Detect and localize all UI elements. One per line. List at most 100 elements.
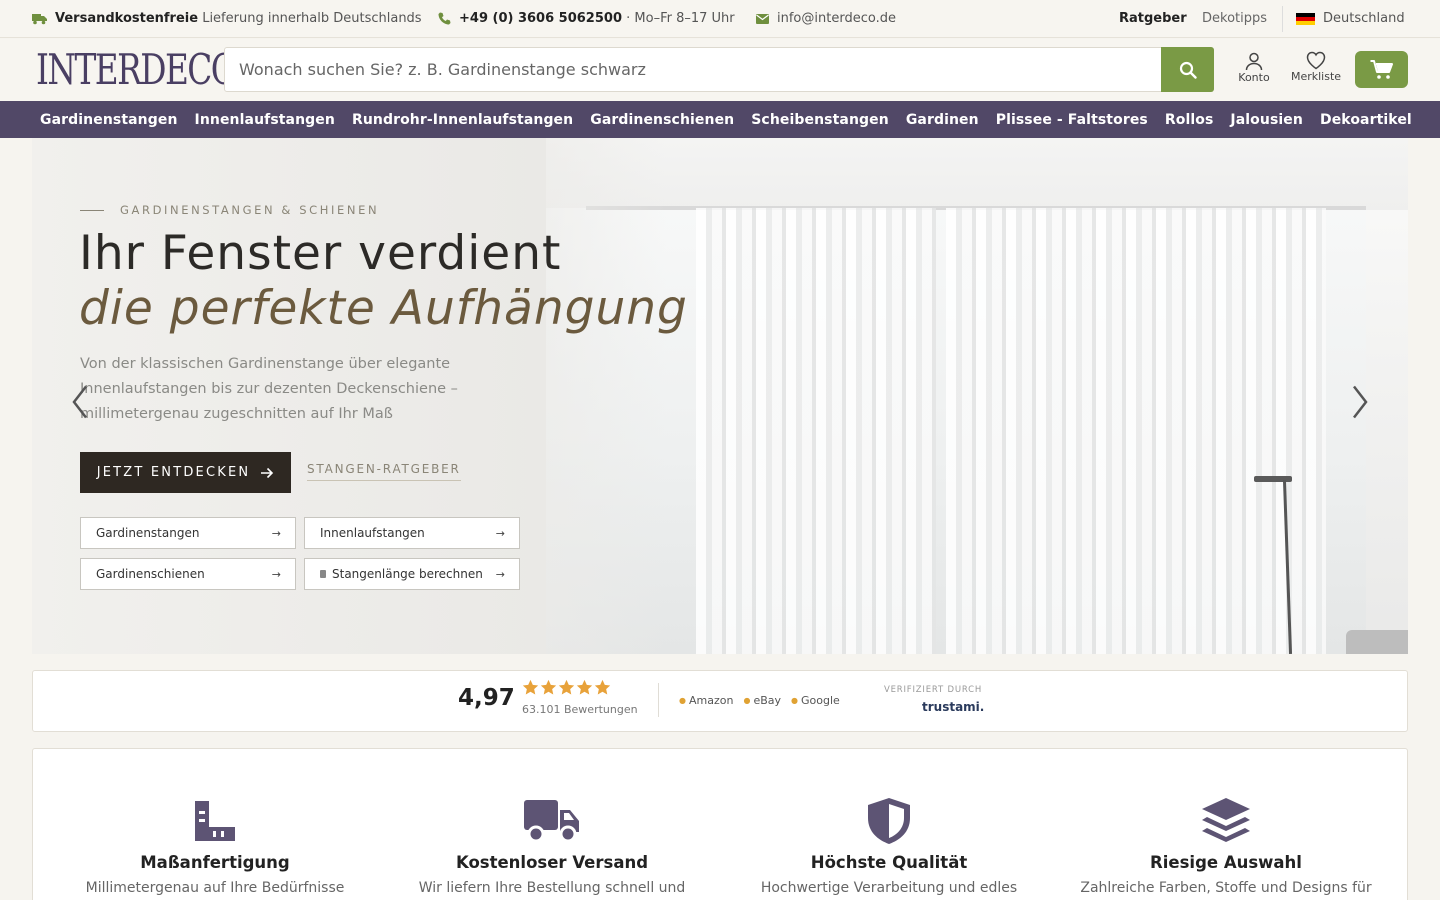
feature-description: Millimetergenau auf Ihre Bedürfnisse bbox=[85, 880, 345, 896]
user-icon bbox=[1245, 52, 1263, 71]
quick-link-gardinenstangen[interactable]: Gardinenstangen → bbox=[80, 517, 296, 549]
star-icon bbox=[558, 679, 575, 695]
feature-title: Höchste Qualität bbox=[810, 853, 968, 872]
shipping-info: Versandkostenfreie Lieferung innerhalb D… bbox=[32, 11, 422, 26]
search-button[interactable] bbox=[1161, 47, 1214, 92]
discover-button[interactable]: JETZT ENTDECKEN bbox=[80, 452, 291, 493]
nav-item-gardinenschienen[interactable]: Gardinenschienen bbox=[590, 112, 734, 128]
email-link[interactable]: info@interdeco.de bbox=[756, 11, 896, 26]
search-input[interactable] bbox=[225, 48, 1161, 91]
star-rating bbox=[522, 679, 611, 696]
phone-number: +49 (0) 3606 5062500 bbox=[459, 11, 622, 26]
truck-icon bbox=[32, 13, 47, 25]
star-icon bbox=[594, 679, 611, 695]
account-label: Konto bbox=[1238, 71, 1270, 84]
top-bar: Versandkostenfreie Lieferung innerhalb D… bbox=[0, 0, 1440, 38]
divider bbox=[1282, 6, 1283, 32]
quick-link-label: Stangenlänge berechnen bbox=[332, 567, 483, 581]
phone-icon bbox=[438, 12, 451, 25]
ratgeber-link[interactable]: Ratgeber bbox=[1119, 11, 1187, 26]
slider-prev-button[interactable] bbox=[66, 382, 94, 422]
calculator-icon bbox=[320, 570, 326, 578]
nav-item-innenlaufstangen[interactable]: Innenlaufstangen bbox=[195, 112, 335, 128]
envelope-icon bbox=[756, 13, 769, 24]
features-section: Maßanfertigung Millimetergenau auf Ihre … bbox=[32, 748, 1408, 900]
hero-title-line2: die perfekte Aufhängung bbox=[79, 281, 688, 336]
logo[interactable]: INTERDECO bbox=[36, 47, 238, 93]
country-selector[interactable]: Deutschland bbox=[1296, 11, 1405, 26]
country-label: Deutschland bbox=[1323, 11, 1405, 26]
ratgeber-button[interactable]: STANGEN-RATGEBER bbox=[307, 462, 461, 481]
discover-label: JETZT ENTDECKEN bbox=[96, 465, 251, 480]
layers-icon bbox=[1202, 798, 1250, 842]
star-icon bbox=[576, 679, 593, 695]
feature-title: Kostenloser Versand bbox=[455, 853, 649, 872]
ruler-icon bbox=[195, 801, 235, 841]
star-icon bbox=[540, 679, 557, 695]
nav-item-rollos[interactable]: Rollos bbox=[1165, 112, 1214, 128]
account-button[interactable]: Konto bbox=[1234, 51, 1274, 84]
hero-slider: GARDINENSTANGEN & SCHIENEN Ihr Fenster v… bbox=[32, 138, 1408, 654]
quick-link-label: Gardinenstangen bbox=[96, 526, 200, 540]
quick-link-stangenlaenge[interactable]: Stangenlänge berechnen → bbox=[304, 558, 520, 590]
hero-title-line1: Ihr Fenster verdient bbox=[79, 226, 562, 281]
arrow-right-icon bbox=[261, 467, 274, 478]
feature-versand: Kostenloser Versand Wir liefern Ihre Bes… bbox=[383, 797, 721, 896]
chevron-left-icon bbox=[72, 385, 87, 419]
search-icon bbox=[1179, 61, 1197, 79]
rating-bar: 4,97 63.101 Bewertungen Amazon eBay Goog… bbox=[32, 670, 1408, 732]
feature-title: Maßanfertigung bbox=[140, 853, 290, 872]
feature-auswahl: Riesige Auswahl Zahlreiche Farben, Stoff… bbox=[1057, 797, 1395, 896]
wishlist-button[interactable]: Merkliste bbox=[1288, 51, 1344, 83]
quick-link-label: Gardinenschienen bbox=[96, 567, 205, 581]
review-sources: Amazon eBay Google bbox=[679, 694, 840, 707]
source-ebay: eBay bbox=[743, 694, 781, 707]
truck-icon bbox=[524, 800, 579, 843]
review-count: 63.101 Bewertungen bbox=[522, 703, 638, 716]
cart-button[interactable] bbox=[1355, 51, 1408, 88]
email-address: info@interdeco.de bbox=[777, 11, 896, 26]
feature-description: Wir liefern Ihre Bestellung schnell und bbox=[418, 880, 686, 896]
slider-next-button[interactable] bbox=[1346, 382, 1374, 422]
dekotipps-link[interactable]: Dekotipps bbox=[1202, 11, 1267, 26]
arrow-right-icon: → bbox=[271, 567, 281, 581]
verified-label: VERIFIZIERT DURCH bbox=[884, 685, 983, 695]
hero-description: Von der klassischen Gardinenstange über … bbox=[80, 356, 458, 422]
arrow-right-icon: → bbox=[495, 526, 505, 540]
divider bbox=[658, 683, 659, 717]
source-amazon: Amazon bbox=[679, 694, 733, 707]
phone-info[interactable]: +49 (0) 3606 5062500 · Mo–Fr 8–17 Uhr bbox=[438, 11, 735, 26]
search-bar bbox=[224, 47, 1214, 92]
shield-icon bbox=[868, 798, 910, 844]
heart-icon bbox=[1306, 51, 1326, 70]
arrow-right-icon: → bbox=[495, 567, 505, 581]
nav-item-gardinenstangen[interactable]: Gardinenstangen bbox=[40, 112, 178, 128]
german-flag-icon bbox=[1296, 12, 1315, 25]
feature-description: Hochwertige Verarbeitung und edles bbox=[760, 880, 1018, 896]
feature-massanfertigung: Maßanfertigung Millimetergenau auf Ihre … bbox=[46, 797, 384, 896]
feature-title: Riesige Auswahl bbox=[1150, 853, 1302, 872]
chevron-right-icon bbox=[1353, 385, 1368, 419]
arrow-right-icon: → bbox=[271, 526, 281, 540]
rating-score: 4,97 bbox=[458, 685, 515, 711]
cart-icon bbox=[1370, 59, 1393, 79]
source-google: Google bbox=[791, 694, 840, 707]
hero-image bbox=[546, 138, 1408, 654]
shipping-bold: Versandkostenfreie bbox=[55, 11, 199, 26]
nav-item-plissee[interactable]: Plissee - Faltstores bbox=[996, 112, 1148, 128]
quick-link-gardinenschienen[interactable]: Gardinenschienen → bbox=[80, 558, 296, 590]
trustami-logo[interactable]: trustami. bbox=[922, 700, 984, 714]
nav-item-rundrohr-innenlaufstangen[interactable]: Rundrohr-Innenlaufstangen bbox=[352, 112, 573, 128]
hero-eyebrow: GARDINENSTANGEN & SCHIENEN bbox=[80, 203, 379, 217]
shipping-text: Lieferung innerhalb Deutschlands bbox=[198, 11, 422, 26]
nav-item-scheibenstangen[interactable]: Scheibenstangen bbox=[751, 112, 889, 128]
nav-item-dekoartikel[interactable]: Dekoartikel bbox=[1320, 112, 1412, 128]
quick-link-innenlaufstangen[interactable]: Innenlaufstangen → bbox=[304, 517, 520, 549]
feature-description: Zahlreiche Farben, Stoffe und Designs fü… bbox=[1080, 880, 1372, 896]
header: INTERDECO Konto Merkliste bbox=[0, 39, 1440, 101]
feature-qualitaet: Höchste Qualität Hochwertige Verarbeitun… bbox=[720, 797, 1058, 896]
main-navigation: Gardinenstangen Innenlaufstangen Rundroh… bbox=[0, 101, 1440, 138]
nav-item-jalousien[interactable]: Jalousien bbox=[1230, 112, 1303, 128]
opening-hours: · Mo–Fr 8–17 Uhr bbox=[622, 11, 735, 26]
nav-item-gardinen[interactable]: Gardinen bbox=[906, 112, 979, 128]
